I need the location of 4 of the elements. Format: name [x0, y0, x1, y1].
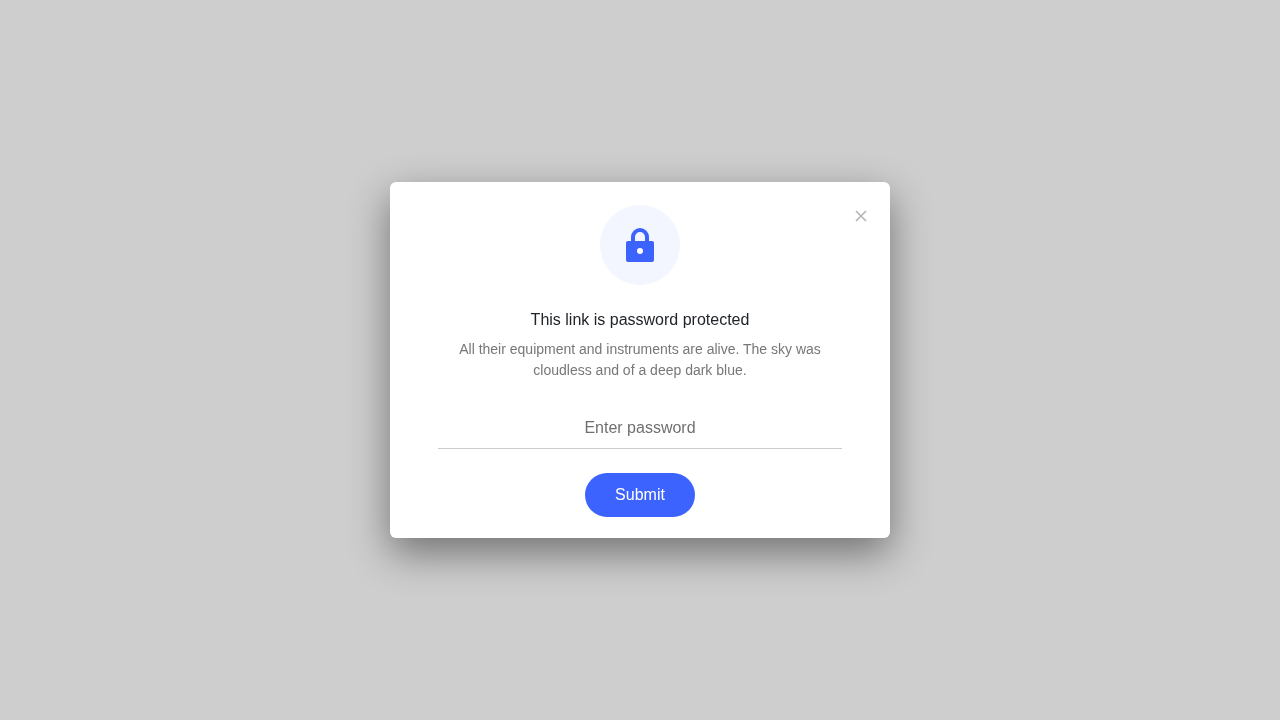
submit-button[interactable]: Submit [585, 473, 695, 518]
dialog-message: All their equipment and instruments are alive. The sky was cloudless and of a deep dark blue. [458, 340, 822, 381]
dialog-title: This link is password protected [530, 310, 750, 330]
close-button[interactable] [854, 209, 868, 223]
